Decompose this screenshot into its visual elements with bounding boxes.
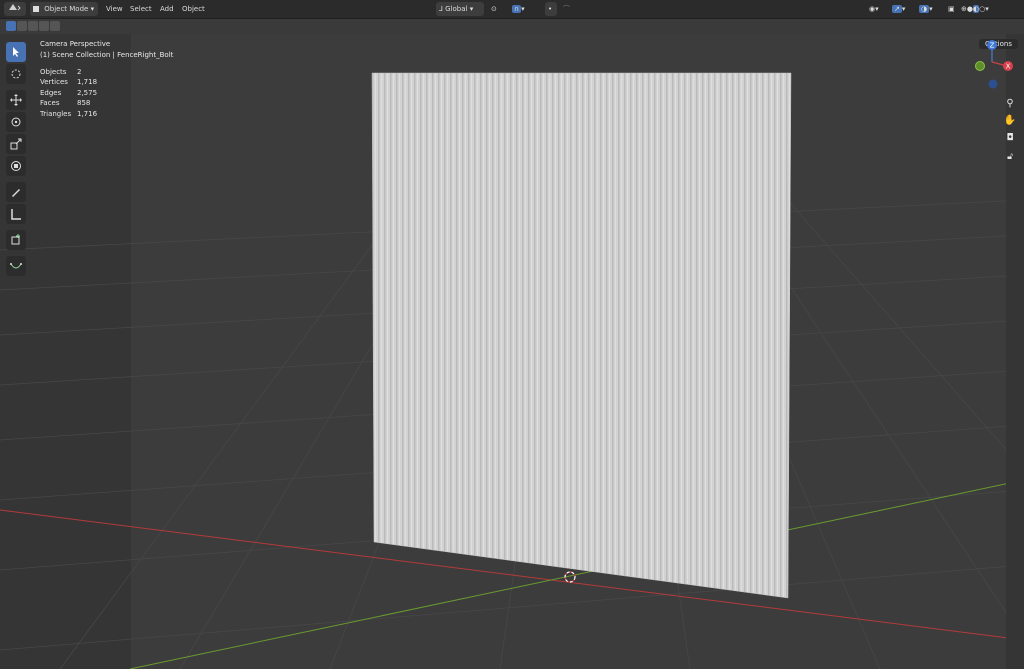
tool-scale[interactable]: [6, 134, 26, 154]
orientation-icon: ⅃: [439, 5, 443, 13]
editor-type-button[interactable]: [4, 2, 26, 16]
falloff-button[interactable]: ⌒: [560, 2, 574, 16]
tool-rotate[interactable]: [6, 112, 26, 132]
transform-orientation-dropdown[interactable]: ⅃ Global ▾: [436, 2, 484, 16]
tool-shelf: [6, 42, 28, 278]
tool-move[interactable]: [6, 90, 26, 110]
proportional-editing-toggle[interactable]: •: [545, 2, 557, 16]
transform-icon: [11, 161, 21, 171]
menu-select[interactable]: Select: [127, 2, 155, 16]
xray-icon: ▣: [948, 5, 955, 13]
visibility-dropdown[interactable]: ◉▾: [866, 2, 888, 16]
camera-icon: ◘: [1006, 133, 1014, 143]
xray-toggle[interactable]: ▣: [945, 2, 957, 16]
stat-row: Vertices 1,718: [40, 78, 98, 87]
orientation-label: Global: [445, 5, 468, 13]
stat-row: Triangles 1,716: [40, 109, 98, 118]
tool-select-box[interactable]: [6, 42, 26, 62]
collection-line: (1) Scene Collection | FenceRight_Bolt: [40, 50, 174, 59]
tool-measure[interactable]: [6, 204, 26, 224]
3d-viewport[interactable]: [0, 34, 1024, 669]
magnifier-icon: ⚲: [1006, 97, 1014, 109]
mode-dropdown[interactable]: Object Mode ▾: [30, 2, 98, 16]
tool-add-cube[interactable]: [6, 230, 26, 250]
overlays-toggle[interactable]: ◑ ▾: [916, 2, 940, 16]
tool-cursor[interactable]: [6, 64, 26, 84]
view-name: Camera Perspective: [40, 40, 111, 48]
lock-camera-button[interactable]: 🔓︎: [1003, 150, 1017, 164]
overlays-icon: ◑: [919, 5, 930, 13]
select-extend-icon[interactable]: [17, 21, 27, 31]
shading-modes[interactable]: ⊕●◐○▾: [958, 2, 1012, 16]
gizmo-x-label: X: [1006, 63, 1011, 71]
scale-icon: [10, 138, 22, 150]
select-invert-icon[interactable]: [39, 21, 49, 31]
viewport-info: Camera Perspective (1) Scene Collection …: [40, 39, 173, 60]
object-mode-icon: [33, 6, 39, 12]
mode-label: Object Mode: [44, 5, 89, 13]
zoom-button[interactable]: ⚲: [1003, 96, 1017, 110]
camera-view-button[interactable]: ◘: [1003, 131, 1017, 145]
navigation-gizmo[interactable]: Z X: [970, 38, 1020, 94]
viewport-header: Object Mode ▾ View Select Add Object ⅃ G…: [0, 0, 1024, 19]
scene-statistics: Objects 2 Vertices 1,718 Edges 2,575 Faces 8…: [40, 67, 97, 119]
gizmo-z-label: Z: [990, 42, 995, 50]
3d-cursor-icon: [11, 69, 21, 79]
tool-annotate[interactable]: [6, 182, 26, 202]
tool-extrude-curve[interactable]: [6, 256, 26, 276]
tool-transform[interactable]: [6, 156, 26, 176]
pencil-icon: [12, 189, 20, 197]
rotate-icon: [11, 117, 21, 127]
select-intersect-icon[interactable]: [50, 21, 60, 31]
gizmo-neg-z-axis[interactable]: [988, 79, 998, 89]
stat-row: Edges 2,575: [40, 88, 98, 97]
eye-icon: ◉: [869, 5, 876, 13]
select-new-icon[interactable]: [6, 21, 16, 31]
stat-row: Objects 2: [40, 68, 82, 76]
gizmo-toggle[interactable]: ↗ ▾: [889, 2, 911, 16]
magnet-icon: ∩: [512, 5, 522, 13]
editor-type-icon: [9, 4, 21, 11]
hand-icon: ✋: [1003, 114, 1017, 126]
ruler-icon: [11, 209, 21, 220]
gizmo-icon: ↗: [892, 5, 902, 13]
select-subtract-icon[interactable]: [28, 21, 38, 31]
tool-settings-row: Options: [0, 18, 1024, 49]
lock-icon: 🔓︎: [1007, 152, 1013, 162]
add-cube-icon: [11, 234, 20, 245]
menu-view[interactable]: View: [103, 2, 126, 16]
falloff-icon: ⌒: [563, 5, 570, 13]
selection-modes: [6, 21, 60, 31]
pivot-icon: ⊙: [491, 5, 497, 13]
curve-icon: [10, 263, 22, 269]
chevron-down-icon: ▾: [469, 5, 474, 13]
chevron-down-icon: ▾: [90, 5, 95, 13]
cursor-arrow-icon: [13, 47, 19, 57]
stat-row: Faces 858: [40, 99, 91, 108]
rendered-shading-icon[interactable]: ○: [979, 5, 985, 13]
menu-add[interactable]: Add: [157, 2, 177, 16]
proportional-icon: •: [548, 5, 553, 13]
menu-object[interactable]: Object: [179, 2, 208, 16]
pan-button[interactable]: ✋: [1003, 113, 1017, 127]
pivot-point-button[interactable]: ⊙: [488, 2, 506, 16]
move-icon: [10, 94, 22, 106]
gizmo-y-axis[interactable]: [975, 61, 985, 71]
fence-panel-mesh: [371, 72, 792, 599]
snap-toggle[interactable]: ∩ ▾: [509, 2, 535, 16]
